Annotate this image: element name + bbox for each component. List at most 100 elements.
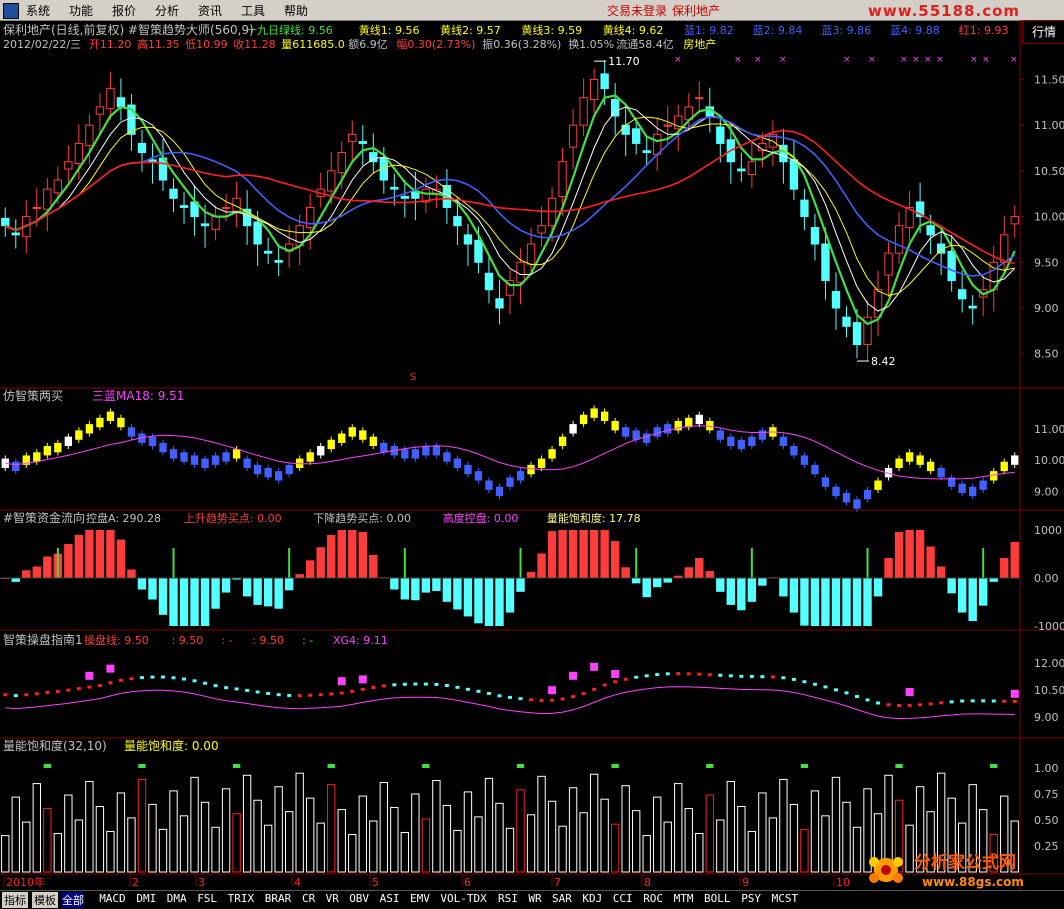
indicator-tab-mtm[interactable]: MTM xyxy=(674,892,694,905)
low-label: 8.42 xyxy=(871,355,896,368)
candle-body-61 xyxy=(642,150,651,154)
p4-dot-65 xyxy=(686,672,691,676)
p1-info-11: 房地产 xyxy=(683,37,716,51)
p5-bar-79 xyxy=(831,776,841,873)
candle-body-38 xyxy=(400,195,410,199)
indicator-tab-rsi[interactable]: RSI xyxy=(498,892,518,905)
x-axis-label-8: 9 xyxy=(742,876,749,889)
candle-body-59 xyxy=(621,124,630,135)
indicator-tab-cci[interactable]: CCI xyxy=(613,892,633,905)
p3-indicator-3: 高度控盘: 0.00 xyxy=(443,511,519,525)
p4-dot-67 xyxy=(707,673,712,677)
indicator-tab-mcst[interactable]: MCST xyxy=(772,892,799,905)
candle-body-95 xyxy=(1000,234,1009,263)
quote-tab[interactable]: 行情 xyxy=(1022,20,1064,44)
p4-dot-48 xyxy=(508,695,512,699)
p4-indicator-4: : - xyxy=(302,634,313,647)
p2-bar-92 xyxy=(969,486,977,497)
menu-help[interactable]: 帮助 xyxy=(284,2,308,19)
indicator-tab-macd[interactable]: MACD xyxy=(99,892,126,905)
p1-indicator-1: 黄线1: 9.56 xyxy=(359,23,420,37)
p2-bar-68 xyxy=(716,430,724,440)
indicator-tab-roc[interactable]: ROC xyxy=(643,892,663,905)
indicator-tab-psy[interactable]: PSY xyxy=(741,892,761,905)
p5-bar-41 xyxy=(432,779,441,873)
candle-body-37 xyxy=(390,186,399,190)
menu-function[interactable]: 功能 xyxy=(69,2,93,19)
candle-body-0 xyxy=(1,217,10,227)
p2-bar-54 xyxy=(569,424,577,434)
marker-x-11: × xyxy=(982,55,990,65)
menu-system[interactable]: 系统 xyxy=(26,2,50,19)
p5-bar-31 xyxy=(327,784,336,873)
p5-bar-10 xyxy=(106,830,115,873)
indicator-tab-vr[interactable]: VR xyxy=(326,892,339,905)
p4-dot-14 xyxy=(150,675,155,679)
p5-bar-77 xyxy=(810,790,820,873)
p3-y-tick-1: 0.00 xyxy=(1034,572,1059,585)
p5-bar-4 xyxy=(43,808,52,873)
p5-top-mark-31 xyxy=(327,764,335,768)
p5-bar-76 xyxy=(800,828,809,873)
p5-bar-11 xyxy=(116,792,126,873)
indicator-tab-obv[interactable]: OBV xyxy=(349,892,369,905)
stock-name-link[interactable]: 保利地产 xyxy=(672,2,720,19)
p4-dot-16 xyxy=(171,676,176,680)
marker-x-12: × xyxy=(1010,55,1018,65)
p5-bar-7 xyxy=(74,819,84,873)
p2-bar-17 xyxy=(180,452,188,462)
indicator-tab-brar[interactable]: BRAR xyxy=(265,892,292,905)
p3-bar-52 xyxy=(547,531,557,578)
p3-bar-66 xyxy=(695,558,704,578)
indicator-tab-fsl[interactable]: FSL xyxy=(197,892,217,905)
side-tab-1[interactable]: 模板 xyxy=(32,892,58,908)
p5-bar-16 xyxy=(169,790,178,873)
p2-bar-27 xyxy=(285,464,293,475)
p4-dot-31 xyxy=(329,692,334,696)
menu-news[interactable]: 资讯 xyxy=(198,2,222,19)
p3-green-mark-71 xyxy=(750,548,753,578)
p5-bar-29 xyxy=(306,797,315,873)
p4-dot-9 xyxy=(97,684,102,688)
indicator-tab-sar[interactable]: SAR xyxy=(552,892,572,905)
p4-dot-54 xyxy=(571,695,576,699)
side-tab-0[interactable]: 指标 xyxy=(2,892,28,908)
p4-indicator-3: : 9.50 xyxy=(252,634,284,647)
p5-bar-30 xyxy=(316,822,325,873)
x-axis-label-4: 5 xyxy=(372,876,379,889)
menu-quote[interactable]: 报价 xyxy=(112,2,136,19)
indicator-tab-dmi[interactable]: DMI xyxy=(136,892,156,905)
marker-x-4: × xyxy=(843,55,851,65)
p2-title: 仿智策两买 xyxy=(3,388,63,403)
p2-bar-7 xyxy=(75,430,83,440)
p3-bar-20 xyxy=(211,578,220,609)
menu-tools[interactable]: 工具 xyxy=(241,2,265,19)
p5-bar-24 xyxy=(253,799,262,873)
p4-dot-84 xyxy=(886,703,891,707)
p4-dot-45 xyxy=(476,689,481,693)
indicator-tab-boll[interactable]: BOLL xyxy=(704,892,731,905)
indicator-tab-vol-tdx[interactable]: VOL-TDX xyxy=(440,892,486,905)
menu-analysis[interactable]: 分析 xyxy=(155,2,179,19)
p3-bar-24 xyxy=(253,578,262,605)
p5-bar-81 xyxy=(852,826,862,873)
candle-body-66 xyxy=(695,97,704,100)
indicator-tab-trix[interactable]: TRIX xyxy=(228,892,255,905)
indicator-tab-全部[interactable]: 全部 xyxy=(62,892,84,908)
indicator-tab-wr[interactable]: WR xyxy=(528,892,541,905)
p2-bar-87 xyxy=(916,455,924,465)
trade-status[interactable]: 交易未登录 xyxy=(607,2,667,19)
stock-chart[interactable]: 11.50 11.00 10.50 10.00 9.50 9.00 8.50 11.70 8.4… xyxy=(0,20,1064,890)
indicator-tab-asi[interactable]: ASI xyxy=(380,892,400,905)
p4-dot-8 xyxy=(87,685,92,689)
p4-dot-53 xyxy=(560,697,565,701)
p4-dot-81 xyxy=(855,695,860,698)
indicator-tab-dma[interactable]: DMA xyxy=(167,892,187,905)
p4-dot-78 xyxy=(823,685,828,689)
indicator-tab-cr[interactable]: CR xyxy=(302,892,315,905)
p5-bar-19 xyxy=(200,801,210,873)
indicator-tab-kdj[interactable]: KDJ xyxy=(582,892,602,905)
p1-info-6: 额6.9亿 xyxy=(348,38,388,51)
p3-bar-88 xyxy=(926,546,935,578)
indicator-tab-emv[interactable]: EMV xyxy=(410,892,430,905)
